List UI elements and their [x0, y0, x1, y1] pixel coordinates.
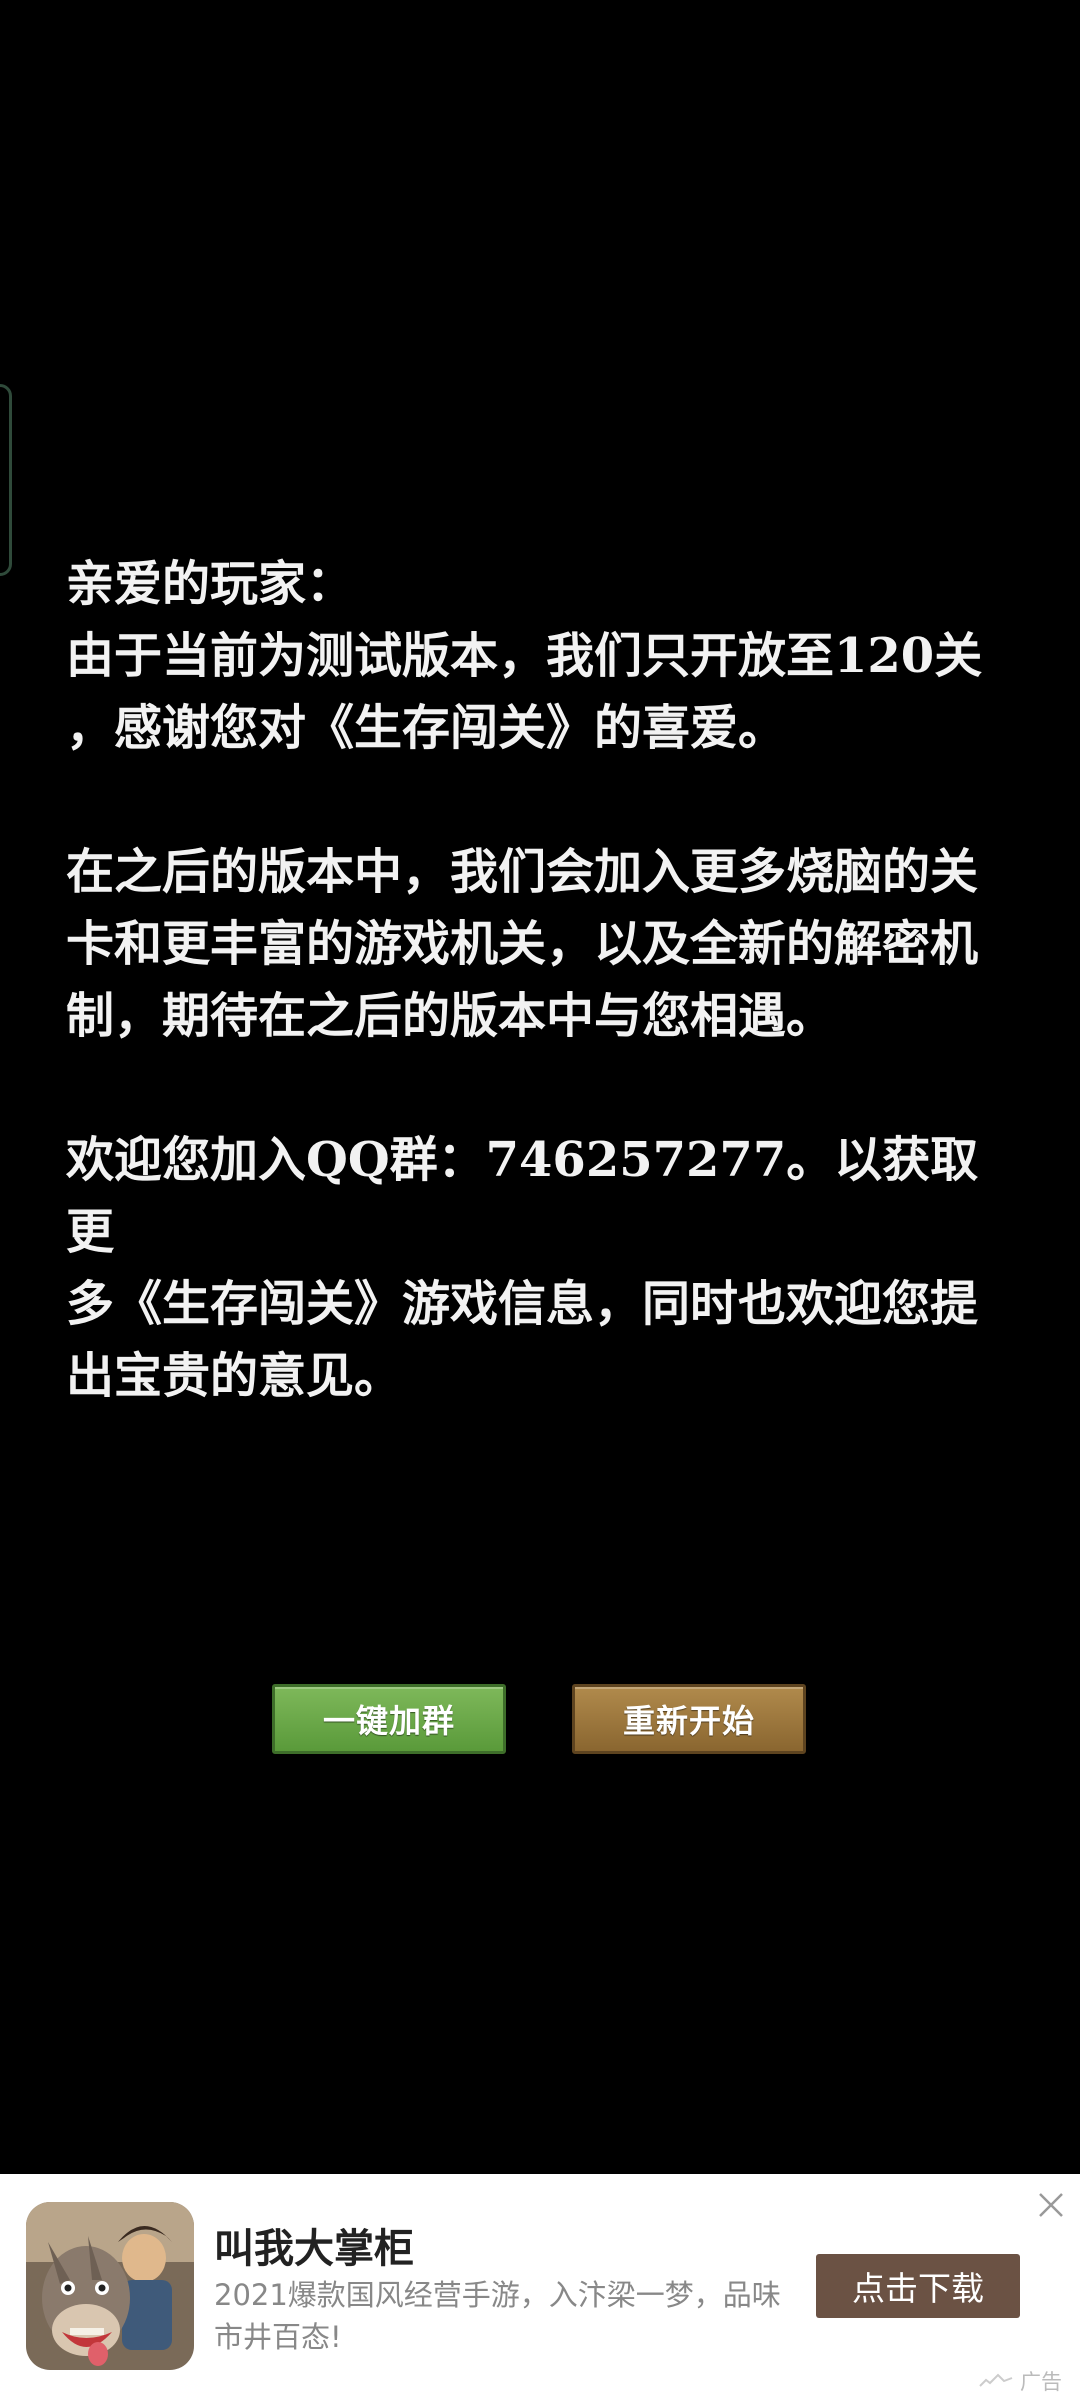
- ad-title[interactable]: 叫我大掌柜: [214, 2216, 414, 2274]
- greeting-text: 亲爱的玩家：: [66, 556, 355, 612]
- download-button[interactable]: 点击下载: [816, 2254, 1020, 2318]
- signal-icon: [978, 2369, 1014, 2393]
- ad-label: 广告: [978, 2366, 1062, 2396]
- restart-button[interactable]: 重新开始: [572, 1684, 806, 1754]
- side-drawer-handle[interactable]: [0, 384, 12, 576]
- message-line: 出宝贵的意见。: [66, 1348, 403, 1404]
- join-group-button[interactable]: 一键加群: [272, 1684, 506, 1754]
- message-line: 卡和更丰富的游戏机关，以及全新的解密机: [66, 916, 979, 972]
- message-line: ，感谢您对《生存闯关》的喜爱。: [66, 700, 787, 756]
- message-line: 多《生存闯关》游戏信息，同时也欢迎您提: [66, 1276, 979, 1332]
- announcement-message: 亲爱的玩家： 由于当前为测试版本，我们只开放至120关 ，感谢您对《生存闯关》的…: [66, 548, 1026, 1412]
- close-icon[interactable]: [1036, 2190, 1066, 2220]
- ad-label-text: 广告: [1020, 2370, 1062, 2394]
- message-line: 在之后的版本中，我们会加入更多烧脑的关: [66, 844, 979, 900]
- donkey-game-icon[interactable]: [26, 2202, 194, 2370]
- message-line: 由于当前为测试版本，我们只开放至120关: [66, 628, 983, 684]
- ad-banner[interactable]: 叫我大掌柜 2021爆款国风经营手游，入汴梁一梦，品味市井百态! 点击下载 广告: [0, 2174, 1080, 2400]
- message-line: 制，期待在之后的版本中与您相遇。: [66, 988, 835, 1044]
- ad-description[interactable]: 2021爆款国风经营手游，入汴梁一梦，品味市井百态!: [214, 2274, 784, 2358]
- message-line: 欢迎您加入QQ群：746257277。以获取更: [66, 1132, 979, 1260]
